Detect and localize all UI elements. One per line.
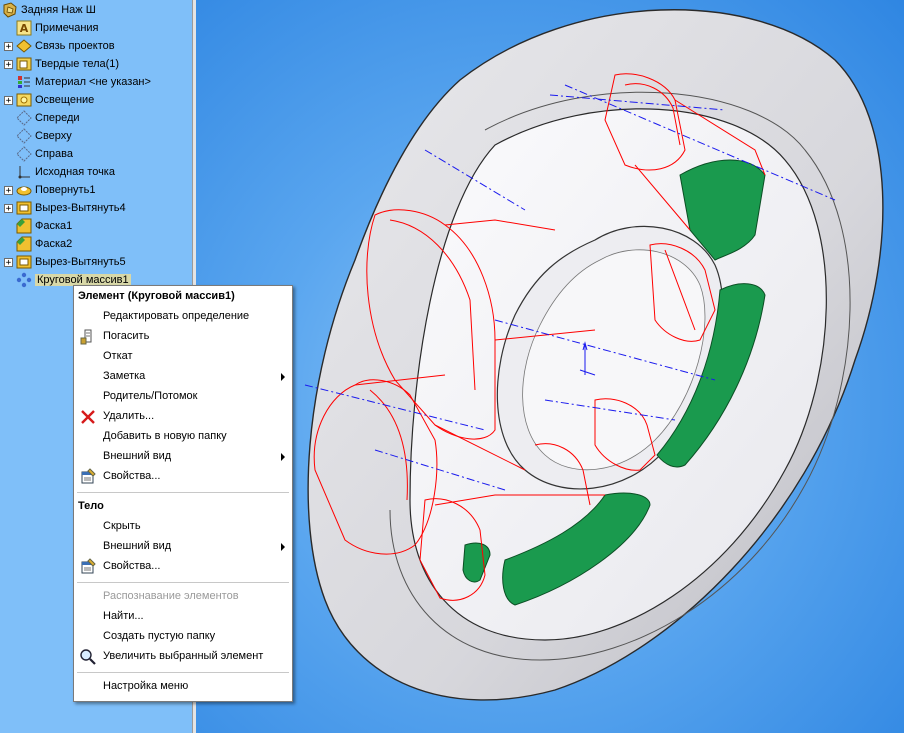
lighting-icon: [16, 92, 32, 108]
properties-icon: [79, 468, 97, 486]
menu-item-hide[interactable]: Скрыть: [74, 517, 292, 537]
tree-item[interactable]: + Освещение: [4, 91, 94, 109]
tree-item[interactable]: Спереди: [4, 109, 80, 127]
tree-item-label: Фаска2: [35, 238, 73, 250]
circular-pattern-icon: [16, 272, 32, 288]
tree-item-label: Твердые тела(1): [35, 58, 120, 70]
tree-item[interactable]: Материал <не указан>: [4, 73, 151, 91]
menu-item-body-properties[interactable]: Свойства...: [74, 557, 292, 577]
menu-header-feature: Элемент (Круговой массив1): [78, 290, 235, 302]
expand-icon[interactable]: +: [4, 59, 13, 69]
plane-icon: [16, 110, 32, 126]
cut-extrude-icon: [16, 254, 32, 270]
zoom-icon: [79, 648, 97, 666]
menu-item-add-to-folder[interactable]: Добавить в новую папку: [74, 427, 292, 447]
delete-icon: [79, 408, 97, 426]
design-binder-icon: [16, 38, 32, 54]
tree-item-label: Освещение: [35, 94, 95, 106]
menu-item-comment[interactable]: Заметка: [74, 367, 292, 387]
tree-item[interactable]: + Связь проектов: [4, 37, 115, 55]
tree-item[interactable]: Справа: [4, 145, 73, 163]
suppress-icon: [79, 328, 97, 346]
tree-item-label: Фаска1: [35, 220, 73, 232]
material-icon: [16, 74, 32, 90]
properties-icon: [79, 558, 97, 576]
menu-item-suppress[interactable]: Погасить: [74, 327, 292, 347]
tree-item-label: Исходная точка: [35, 166, 115, 178]
menu-item-delete[interactable]: Удалить...: [74, 407, 292, 427]
menu-item-customize-menu[interactable]: Настройка меню: [74, 677, 292, 697]
chamfer-icon: [16, 218, 32, 234]
tree-item[interactable]: + Повернуть1: [4, 181, 95, 199]
revolve-icon: [16, 182, 32, 198]
menu-item-properties[interactable]: Свойства...: [74, 467, 292, 487]
tree-root[interactable]: Задняя Наж Ш: [2, 1, 96, 19]
origin-icon: [16, 164, 32, 180]
tree-item-label: Вырез-Вытянуть5: [35, 256, 126, 268]
chamfer-icon: [16, 236, 32, 252]
expand-icon[interactable]: +: [4, 185, 13, 195]
graphics-viewport[interactable]: [195, 0, 904, 733]
submenu-arrow-icon: [281, 373, 285, 381]
tree-item-label: Примечания: [35, 22, 99, 34]
tree-item[interactable]: + Вырез-Вытянуть4: [4, 199, 126, 217]
tree-item-label: Справа: [35, 148, 73, 160]
tree-item[interactable]: + Вырез-Вытянуть5: [4, 253, 126, 271]
menu-item-rollback[interactable]: Откат: [74, 347, 292, 367]
menu-separator: [77, 672, 289, 673]
tree-root-label: Задняя Наж Ш: [21, 4, 96, 16]
solid-bodies-icon: [16, 56, 32, 72]
menu-item-find[interactable]: Найти...: [74, 607, 292, 627]
cut-extrude-icon: [16, 200, 32, 216]
expand-icon[interactable]: +: [4, 41, 13, 51]
expand-icon[interactable]: +: [4, 257, 13, 267]
tree-item-label: Сверху: [35, 130, 72, 142]
tree-item[interactable]: Исходная точка: [4, 163, 115, 181]
tree-item-label: Спереди: [35, 112, 80, 124]
tree-item[interactable]: A Примечания: [4, 19, 99, 37]
menu-item-create-empty-folder[interactable]: Создать пустую папку: [74, 627, 292, 647]
part-model[interactable]: [195, 0, 904, 733]
menu-item-edit-definition[interactable]: Редактировать определение: [74, 307, 292, 327]
menu-item-body-appearance[interactable]: Внешний вид: [74, 537, 292, 557]
tree-item-label: Материал <не указан>: [35, 76, 151, 88]
part-icon: [2, 2, 18, 18]
svg-text:A: A: [20, 22, 29, 35]
context-menu: Элемент (Круговой массив1) Редактировать…: [73, 285, 293, 702]
tree-item[interactable]: Сверху: [4, 127, 72, 145]
submenu-arrow-icon: [281, 543, 285, 551]
submenu-arrow-icon: [281, 453, 285, 461]
menu-item-appearance[interactable]: Внешний вид: [74, 447, 292, 467]
menu-item-parent-child[interactable]: Родитель/Потомок: [74, 387, 292, 407]
plane-icon: [16, 128, 32, 144]
tree-item[interactable]: Фаска1: [4, 217, 72, 235]
expand-icon[interactable]: +: [4, 203, 13, 213]
plane-icon: [16, 146, 32, 162]
menu-separator: [77, 582, 289, 583]
menu-separator: [77, 492, 289, 493]
menu-item-feature-recognition: Распознавание элементов: [103, 590, 239, 602]
tree-item[interactable]: + Твердые тела(1): [4, 55, 119, 73]
menu-item-zoom-to-selection[interactable]: Увеличить выбранный элемент: [74, 647, 292, 667]
menu-header-body: Тело: [78, 500, 104, 512]
tree-item[interactable]: Фаска2: [4, 235, 72, 253]
expand-icon[interactable]: +: [4, 95, 13, 105]
tree-item-label: Вырез-Вытянуть4: [35, 202, 126, 214]
annotations-icon: A: [16, 20, 32, 36]
tree-item-label: Повернуть1: [35, 184, 96, 196]
tree-item-label: Связь проектов: [35, 40, 115, 52]
